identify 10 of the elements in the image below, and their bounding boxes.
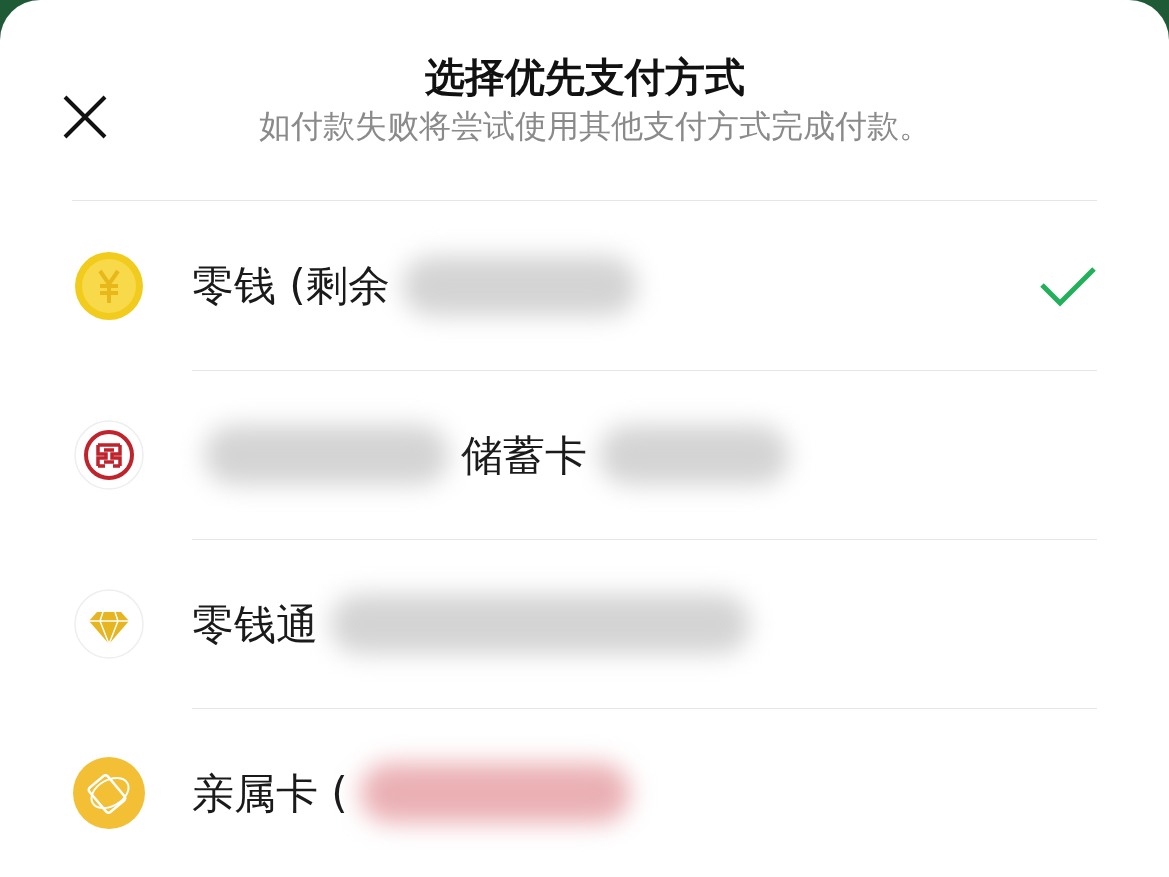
option-label: 亲属卡 ( bbox=[192, 767, 348, 820]
sheet-subtitle: 如付款失败将尝试使用其他支付方式完成付款。 bbox=[257, 106, 931, 146]
sheet-title: 选择优先支付方式 bbox=[424, 53, 745, 102]
bank-icon bbox=[74, 419, 144, 490]
close-icon bbox=[63, 95, 107, 139]
option-label: 储蓄卡 bbox=[461, 429, 587, 482]
option-label: 零钱通 bbox=[192, 598, 318, 651]
option-label: 零钱 (剩余 bbox=[192, 260, 390, 312]
coin-icon bbox=[74, 250, 144, 321]
family-card-icon bbox=[72, 755, 146, 830]
